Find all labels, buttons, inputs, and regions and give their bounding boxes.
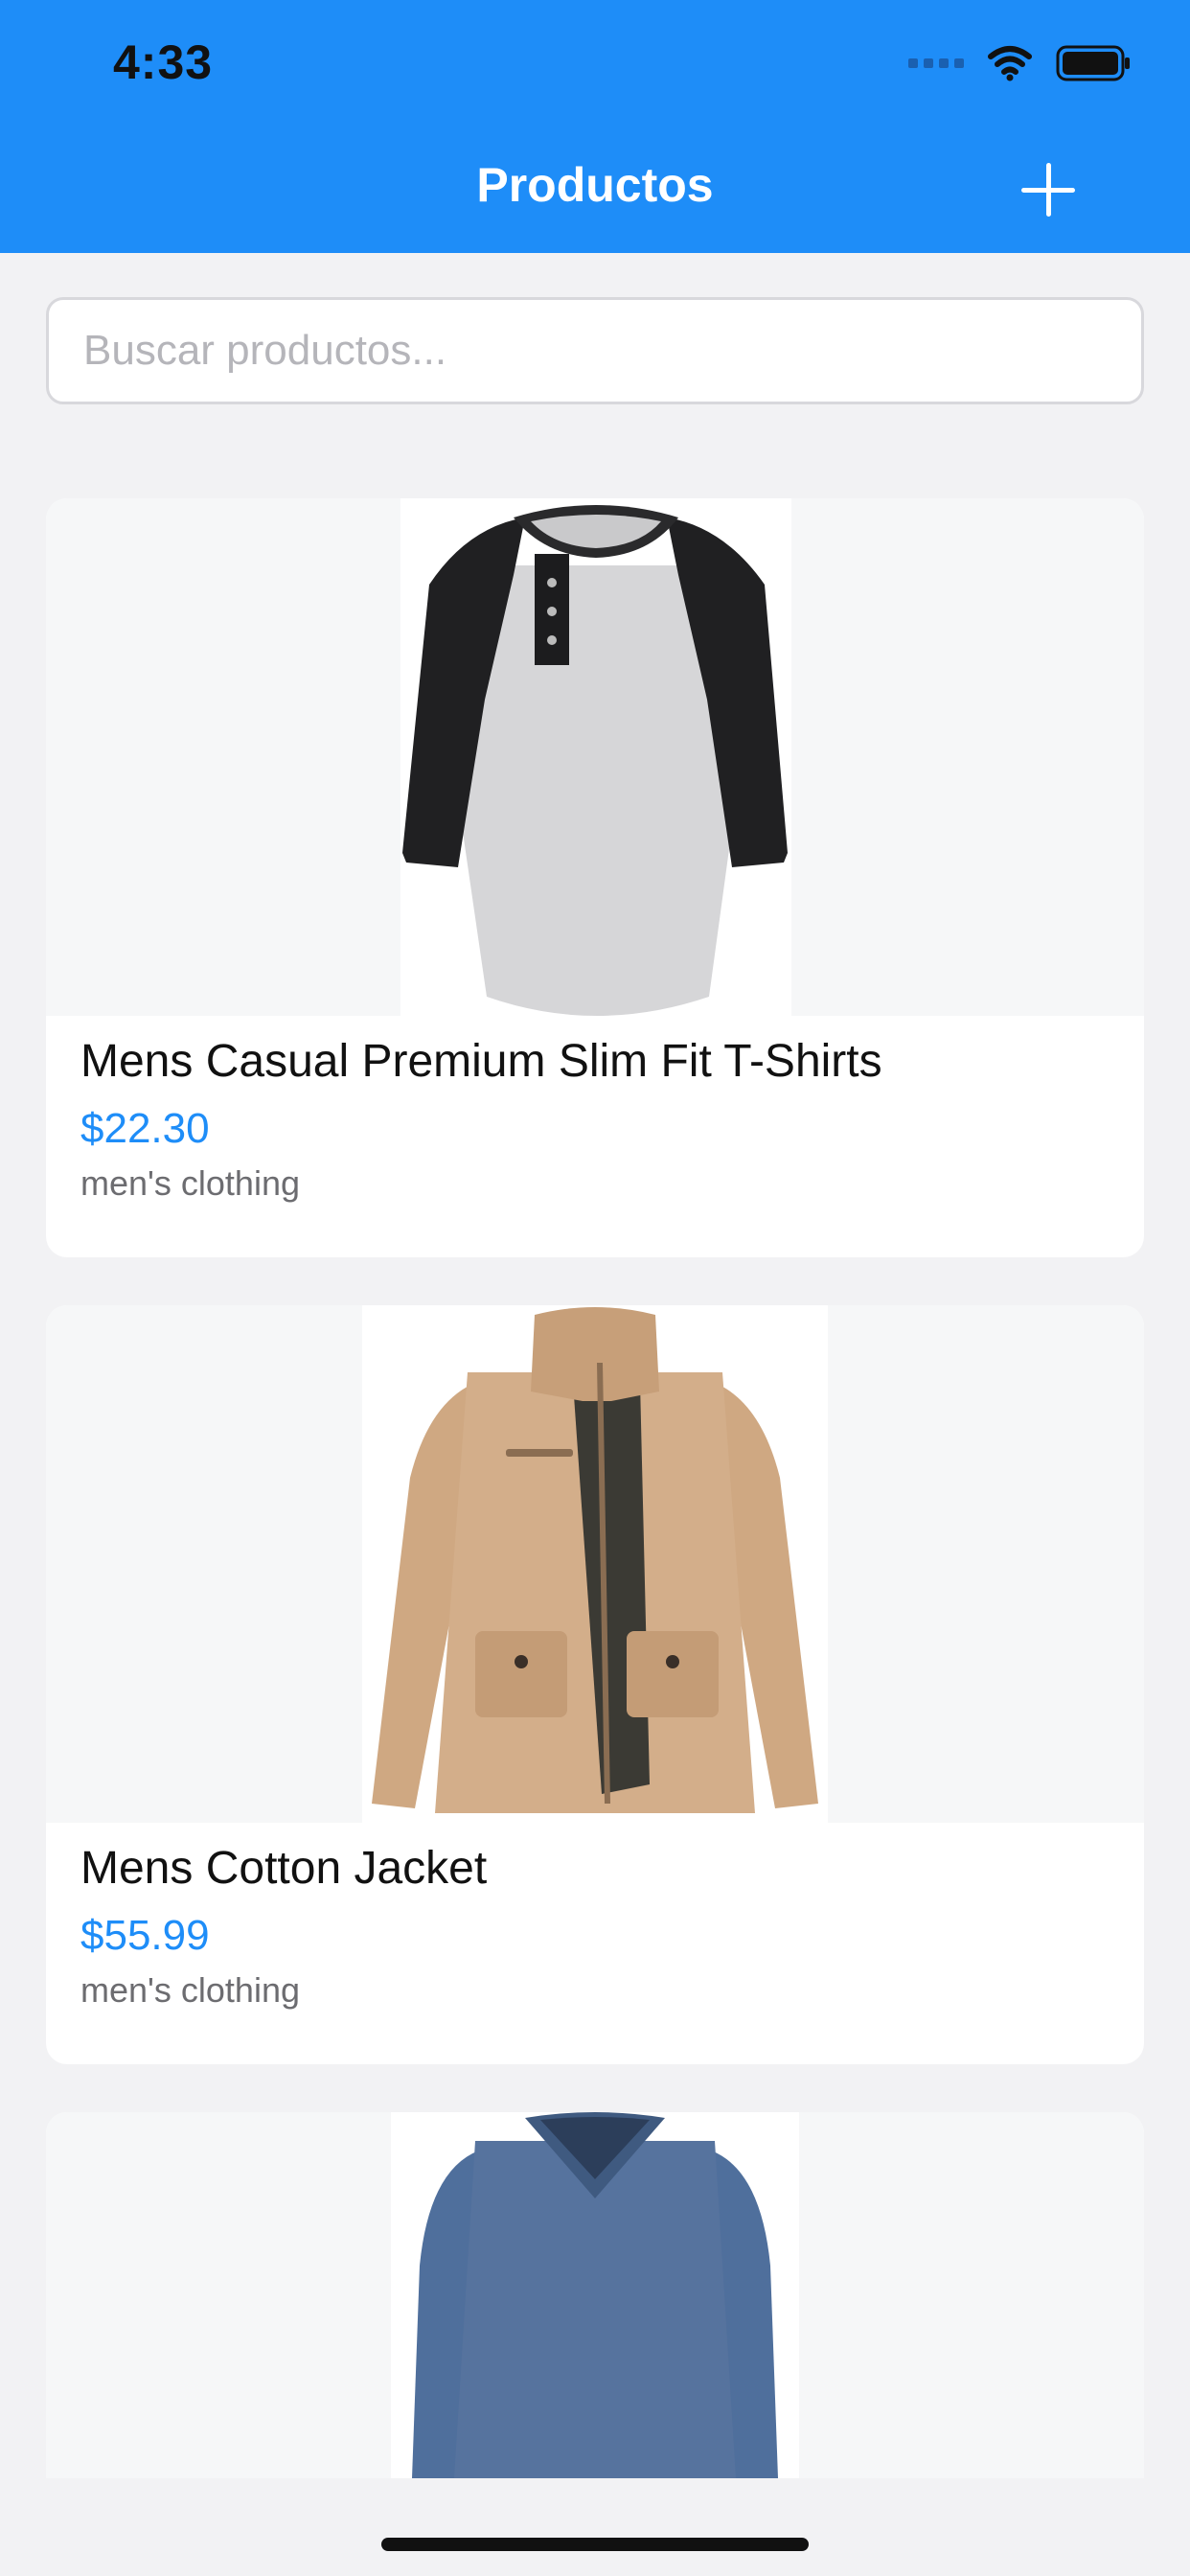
signal-icon: [908, 58, 964, 68]
add-product-button[interactable]: [1021, 163, 1075, 217]
product-image-area: [46, 498, 1144, 1016]
product-title: Mens Casual Premium Slim Fit T-Shirts: [80, 1035, 882, 1088]
product-price: $55.99: [80, 1912, 210, 1960]
product-image: [391, 2112, 799, 2478]
product-title: Mens Cotton Jacket: [80, 1842, 487, 1895]
product-image-area: [46, 2112, 1144, 2478]
product-image-area: [46, 1305, 1144, 1823]
status-time: 4:33: [113, 34, 213, 90]
product-category: men's clothing: [80, 1163, 300, 1204]
battery-icon: [1056, 45, 1131, 81]
status-icons: [908, 42, 1131, 84]
page-title: Productos: [0, 157, 1190, 213]
product-category: men's clothing: [80, 1970, 300, 2011]
product-image: [400, 498, 791, 1016]
product-image: [362, 1305, 828, 1823]
product-card[interactable]: Mens Casual Premium Slim Fit T-Shirts $2…: [46, 498, 1144, 1257]
app-header: 4:33 Productos: [0, 0, 1190, 253]
wifi-icon: [987, 45, 1033, 81]
home-indicator[interactable]: [381, 2538, 809, 2551]
product-card[interactable]: Mens Cotton Jacket $55.99 men's clothing: [46, 1305, 1144, 2064]
product-card[interactable]: [46, 2112, 1144, 2478]
product-price: $22.30: [80, 1105, 210, 1153]
search-input[interactable]: [46, 297, 1144, 404]
